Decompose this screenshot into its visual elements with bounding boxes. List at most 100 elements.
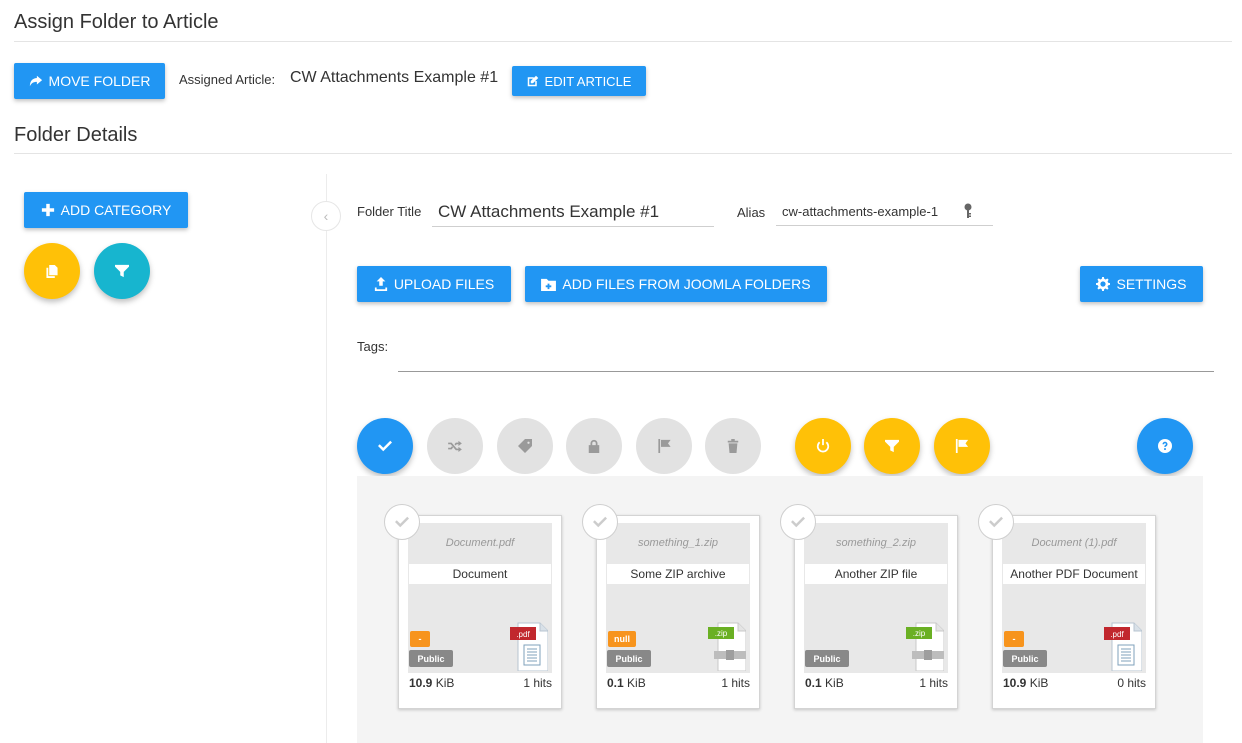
settings-label: SETTINGS	[1116, 276, 1187, 292]
select-checkbox[interactable]	[582, 504, 618, 540]
folder-title-input[interactable]: CW Attachments Example #1	[438, 202, 659, 222]
file-preview: something_1.zip Some ZIP archive null Pu…	[606, 523, 750, 673]
add-from-joomla-button[interactable]: ADD FILES FROM JOOMLA FOLDERS	[525, 266, 827, 302]
state-badge: null	[608, 631, 636, 647]
file-size: 0.1 KiB	[607, 676, 646, 690]
zip-file-icon: .zip	[906, 622, 944, 671]
check-icon	[378, 440, 392, 452]
file-card[interactable]: something_2.zip Another ZIP file Public …	[780, 504, 958, 709]
lock-icon	[588, 439, 600, 453]
file-title: Another PDF Document	[1003, 564, 1145, 584]
upload-files-label: UPLOAD FILES	[393, 276, 495, 292]
alias-underline	[776, 225, 993, 226]
state-badge: -	[410, 631, 430, 647]
file-size: 0.1 KiB	[805, 676, 844, 690]
svg-text:.zip: .zip	[913, 629, 926, 638]
check-icon	[593, 516, 607, 528]
pdf-file-icon: .pdf	[1104, 622, 1142, 671]
select-checkbox[interactable]	[384, 504, 420, 540]
file-card[interactable]: Document.pdf Document - Public .pdf 10.9…	[384, 504, 562, 709]
copy-fab-button[interactable]	[24, 243, 80, 299]
move-files-button[interactable]	[427, 418, 483, 474]
delete-files-button[interactable]	[705, 418, 761, 474]
page-title: Assign Folder to Article	[14, 11, 219, 33]
file-name: something_2.zip	[835, 537, 917, 549]
edit-article-button[interactable]: EDIT ARTICLE	[512, 66, 646, 96]
access-badge: Public	[805, 650, 849, 667]
flag-filter-button[interactable]	[934, 418, 990, 474]
alias-label: Alias	[737, 205, 766, 220]
file-card[interactable]: something_1.zip Some ZIP archive null Pu…	[582, 504, 760, 709]
move-folder-button[interactable]: MOVE FOLDER	[14, 63, 165, 99]
check-icon	[791, 516, 805, 528]
shuffle-icon	[448, 440, 462, 452]
tags-label: Tags:	[357, 339, 389, 354]
tags-input[interactable]	[398, 371, 1214, 372]
question-icon	[1158, 439, 1172, 453]
move-folder-label: MOVE FOLDER	[48, 73, 151, 89]
file-name: Document.pdf	[445, 537, 515, 549]
filter-icon	[115, 264, 129, 278]
alias-input[interactable]: cw-attachments-example-1	[782, 204, 938, 219]
filter-files-button[interactable]	[864, 418, 920, 474]
upload-files-button[interactable]: UPLOAD FILES	[357, 266, 511, 302]
share-arrow-icon	[29, 75, 42, 87]
add-from-joomla-label: ADD FILES FROM JOOMLA FOLDERS	[562, 276, 811, 292]
file-hits: 1 hits	[523, 676, 552, 690]
copy-icon	[46, 264, 58, 278]
svg-text:.pdf: .pdf	[1110, 630, 1124, 639]
file-preview: something_2.zip Another ZIP file Public …	[804, 523, 948, 673]
key-icon[interactable]	[963, 203, 973, 219]
folder-title-label: Folder Title	[357, 204, 422, 219]
plus-icon	[41, 203, 54, 217]
assigned-article-value: CW Attachments Example #1	[290, 69, 499, 86]
filter-icon	[885, 439, 899, 453]
file-title: Document	[409, 564, 551, 584]
add-category-label: ADD CATEGORY	[60, 202, 172, 218]
settings-button[interactable]: SETTINGS	[1080, 266, 1203, 302]
tag-icon	[518, 439, 532, 453]
lock-files-button[interactable]	[566, 418, 622, 474]
filter-fab-button[interactable]	[94, 243, 150, 299]
divider	[14, 41, 1232, 42]
folder-plus-icon	[541, 278, 557, 291]
trash-icon	[727, 439, 739, 453]
file-preview: Document.pdf Document - Public .pdf	[408, 523, 552, 673]
svg-text:.zip: .zip	[715, 629, 728, 638]
flag-icon	[657, 439, 671, 453]
publish-toggle-button[interactable]	[795, 418, 851, 474]
state-badge: -	[1004, 631, 1024, 647]
file-size: 10.9 KiB	[409, 676, 455, 690]
file-name: something_1.zip	[637, 537, 719, 549]
flag-icon	[955, 439, 969, 453]
collapse-sidebar-button[interactable]: ‹	[311, 201, 341, 231]
access-badge: Public	[409, 650, 453, 667]
assigned-article-label: Assigned Article:	[179, 72, 276, 87]
file-card[interactable]: Document (1).pdf Another PDF Document - …	[978, 504, 1156, 709]
svg-text:.pdf: .pdf	[516, 630, 530, 639]
section-title: Folder Details	[14, 124, 138, 146]
select-checkbox[interactable]	[780, 504, 816, 540]
check-icon	[395, 516, 409, 528]
access-badge: Public	[1003, 650, 1047, 667]
pdf-file-icon: .pdf	[510, 622, 548, 671]
select-all-button[interactable]	[357, 418, 413, 474]
divider	[14, 153, 1232, 154]
select-checkbox[interactable]	[978, 504, 1014, 540]
flag-files-button[interactable]	[636, 418, 692, 474]
edit-article-label: EDIT ARTICLE	[544, 73, 632, 89]
file-size: 10.9 KiB	[1003, 676, 1049, 690]
zip-file-icon: .zip	[708, 622, 746, 671]
gear-icon	[1096, 277, 1111, 291]
file-name: Document (1).pdf	[1031, 537, 1117, 549]
power-icon	[816, 439, 830, 453]
file-hits: 1 hits	[721, 676, 750, 690]
check-icon	[989, 516, 1003, 528]
sidebar-divider	[326, 174, 327, 743]
help-button[interactable]	[1137, 418, 1193, 474]
tag-files-button[interactable]	[497, 418, 553, 474]
file-hits: 0 hits	[1117, 676, 1146, 690]
upload-icon	[374, 277, 387, 291]
add-category-button[interactable]: ADD CATEGORY	[24, 192, 188, 228]
access-badge: Public	[607, 650, 651, 667]
